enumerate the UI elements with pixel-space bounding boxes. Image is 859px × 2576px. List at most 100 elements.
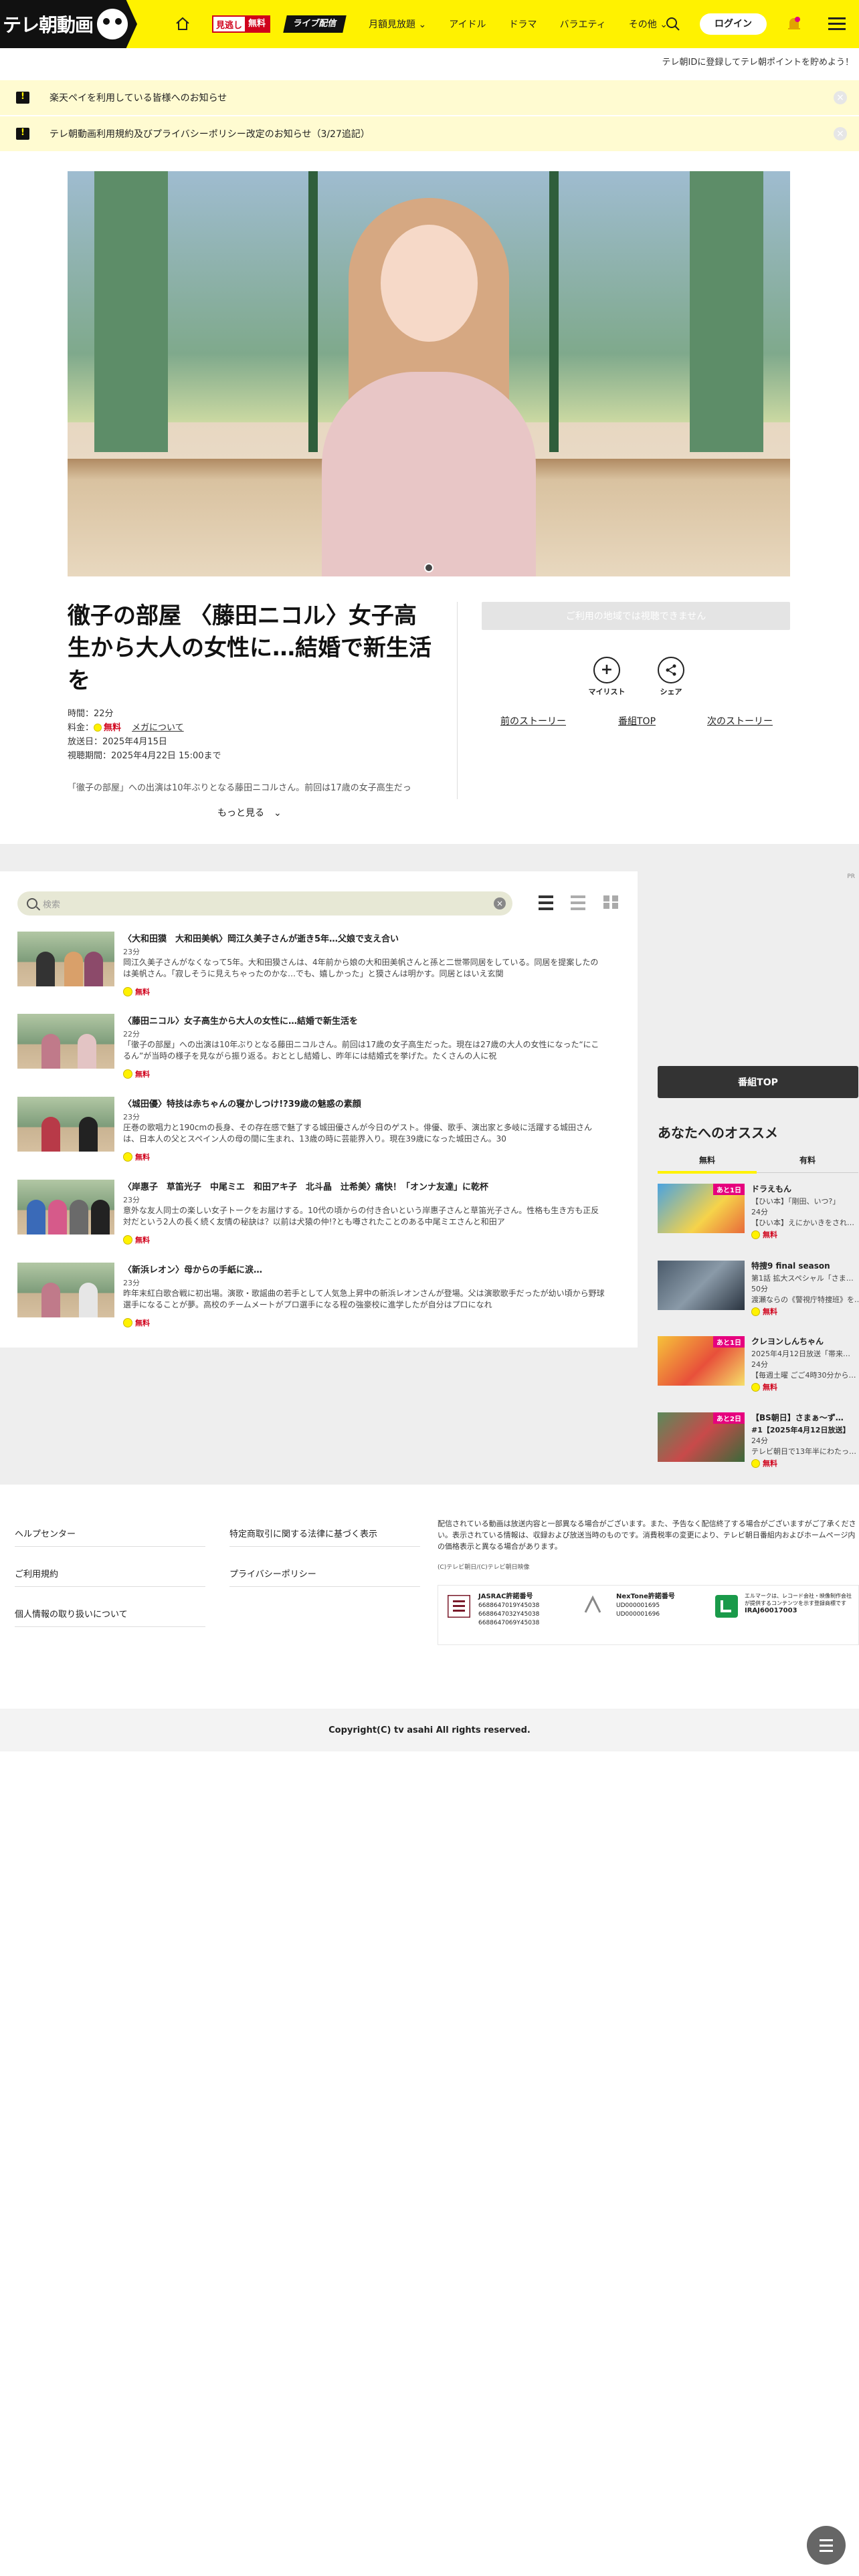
- compact-view-icon[interactable]: [571, 895, 585, 910]
- free-coin-icon: [123, 1235, 132, 1245]
- privacy-policy-link[interactable]: プライバシーポリシー: [229, 1567, 316, 1580]
- recommend-item[interactable]: 特捜9 final season 第1話 拡大スペシャル「さま… 50分 渡瀬な…: [658, 1261, 858, 1321]
- lmark-logo-icon: [715, 1595, 738, 1618]
- free-coin-icon: [123, 1318, 132, 1327]
- episode-item[interactable]: 〈新浜レオン〉母からの手紙に涙… 23分 昨年末紅白歌合戦に初出場。演歌・歌謡曲…: [17, 1263, 619, 1336]
- air-date: 放送日：2025年4月15日: [68, 737, 167, 747]
- mascot-icon: [97, 9, 128, 39]
- footer-copyright-small: (C)テレビ朝日/(C)テレビ朝日映像: [438, 1564, 530, 1571]
- terms-link[interactable]: ご利用規約: [15, 1567, 58, 1580]
- home-icon[interactable]: [171, 12, 195, 36]
- help-center-link[interactable]: ヘルプセンター: [15, 1527, 76, 1539]
- recommend-item[interactable]: あと1日 クレヨンしんちゃん 2025年4月12日放送「帯来… 24分 【毎週土…: [658, 1336, 858, 1396]
- episode-item[interactable]: 〈城田優〉特技は赤ちゃんの寝かしつけ!?39歳の魅惑の素顔 23分 圧巻の歌唱力…: [17, 1097, 619, 1170]
- days-left-badge: あと1日: [713, 1184, 745, 1195]
- episode-description: 意外な友人同士の楽しい女子トークをお届けする。10代の頃からの付き合いという岸惠…: [123, 1206, 599, 1226]
- divider: [15, 1586, 205, 1587]
- recommend-thumbnail: あと2日: [658, 1412, 745, 1462]
- copyright: Copyright(C) tv asahi All rights reserve…: [0, 1709, 859, 1751]
- episode-title: 〈城田優〉特技は赤ちゃんの寝かしつけ!?39歳の魅惑の素顔: [123, 1099, 361, 1109]
- price-row: 料金： 無料 メガについて: [68, 721, 221, 735]
- search-input[interactable]: 検索 ×: [17, 891, 512, 916]
- notice-bar[interactable]: テレ朝動画利用規約及びプライバシーポリシー改定のお知らせ（3/27追記） ×: [0, 116, 859, 151]
- episode-duration: 23分: [123, 1113, 140, 1121]
- nav-variety[interactable]: バラエティ: [560, 17, 606, 31]
- share-icon: [658, 657, 684, 683]
- recommend-subtitle: 第1話 拡大スペシャル「さま…: [751, 1274, 854, 1283]
- hamburger-menu-icon[interactable]: [828, 17, 846, 31]
- free-label: 無料: [135, 988, 150, 996]
- chevron-down-icon: ⌄: [418, 19, 427, 30]
- commercial-law-link[interactable]: 特定商取引に関する法律に基づく表示: [229, 1527, 377, 1539]
- nav-monthly-label: 月額見放題: [369, 19, 416, 30]
- episode-item[interactable]: 〈岸惠子 草笛光子 中尾ミエ 和田アキ子 北斗晶 辻希美〉痛快！「オンナ友達」に…: [17, 1180, 619, 1253]
- jasrac-number: 6688647032Y45038: [478, 1611, 540, 1618]
- nav-monthly[interactable]: 月額見放題 ⌄: [369, 17, 426, 31]
- promo-text[interactable]: テレ朝IDに登録してテレ朝ポイントを貯めよう！: [662, 55, 854, 68]
- notice-icon: [16, 92, 29, 104]
- free-label: 無料: [135, 1153, 150, 1162]
- episode-duration: 23分: [123, 1196, 140, 1204]
- recommend-description: 【ひい本】えにかいきをされ…: [751, 1218, 854, 1227]
- recommend-description: 渡瀬ならの《警視庁特捜班》を…: [751, 1295, 858, 1304]
- free-badge: 無料: [751, 1382, 777, 1392]
- free-label: 無料: [135, 1070, 150, 1079]
- tab-free[interactable]: 無料: [699, 1154, 715, 1166]
- episode-duration: 22分: [123, 1030, 140, 1039]
- program-top-button[interactable]: 番組TOP: [658, 1066, 858, 1098]
- free-label: 無料: [135, 1319, 150, 1327]
- login-button[interactable]: ログイン: [700, 13, 767, 35]
- tab-paid[interactable]: 有料: [799, 1154, 816, 1166]
- free-badge: 無料: [123, 1152, 150, 1162]
- episode-thumbnail: [17, 1014, 114, 1069]
- free-badge: 無料: [123, 1069, 150, 1079]
- live-button[interactable]: ライブ配信: [283, 15, 347, 33]
- close-icon[interactable]: ×: [834, 127, 847, 140]
- close-icon[interactable]: ×: [834, 91, 847, 104]
- recommend-item[interactable]: あと1日 ドラえもん 【ひい本】「剛田、いつ?」 24分 【ひい本】えにかいきを…: [658, 1184, 858, 1244]
- ad-label: PR: [847, 873, 855, 880]
- share-button[interactable]: シェア: [641, 657, 701, 697]
- mylist-button[interactable]: + マイリスト: [577, 657, 637, 697]
- mitoshi-label: 見逃し: [216, 20, 243, 31]
- next-story-link[interactable]: 次のストーリー: [707, 714, 773, 728]
- recommend-subtitle: 2025年4月12日放送「帯来…: [751, 1350, 850, 1358]
- nav-idol[interactable]: アイドル: [449, 17, 486, 31]
- mitoshi-free-button[interactable]: 見逃し 無料: [212, 15, 271, 33]
- mylist-label: マイリスト: [588, 687, 626, 696]
- site-logo[interactable]: テレ朝動画: [0, 0, 138, 48]
- program-top-link[interactable]: 番組TOP: [618, 714, 656, 728]
- recommend-description: テレビ朝日で13年半にわたっ…: [751, 1447, 856, 1456]
- notice-bar[interactable]: 楽天ペイを利用している皆様へのお知らせ ×: [0, 80, 859, 115]
- personal-info-link[interactable]: 個人情報の取り扱いについて: [15, 1607, 128, 1620]
- search-icon[interactable]: [665, 16, 681, 32]
- global-nav: 見逃し 無料 ライブ配信 月額見放題 ⌄ アイドル ドラマ バラエティ その他 …: [157, 0, 690, 48]
- divider: [229, 1586, 420, 1587]
- recommend-title: 特捜9 final season: [751, 1261, 830, 1271]
- free-label: 無料: [135, 1236, 150, 1245]
- recommend-heading: あなたへのオススメ: [658, 1125, 778, 1141]
- nav-drama[interactable]: ドラマ: [509, 17, 537, 31]
- episode-item[interactable]: 〈藤田ニコル〉女子高生から大人の女性に…結婚で新生活を 22分 「徹子の部屋」へ…: [17, 1014, 619, 1087]
- recommend-item[interactable]: あと2日 【BS朝日】さまぁ～ず… #1【2025年4月12日放送】 24分 テ…: [658, 1412, 858, 1473]
- menu-link[interactable]: メガについて: [132, 723, 184, 733]
- program-meta: 時間：22分 料金： 無料 メガについて 放送日：2025年4月15日 視聴期間：2…: [68, 707, 221, 763]
- nav-other[interactable]: その他 ⌄: [629, 17, 668, 31]
- episode-item[interactable]: 〈大和田獏 大和田美帆〉岡江久美子さんが逝き5年…父娘で支え合い 23分 岡江久…: [17, 932, 619, 1005]
- active-tab-indicator: [658, 1171, 757, 1174]
- episode-title: 〈大和田獏 大和田美帆〉岡江久美子さんが逝き5年…父娘で支え合い: [123, 934, 399, 944]
- menu-fab-icon[interactable]: [807, 2526, 846, 2565]
- bell-icon[interactable]: [787, 16, 801, 32]
- lmark-number: IRAJ60017003: [745, 1607, 797, 1614]
- prev-story-link[interactable]: 前のストーリー: [500, 714, 566, 728]
- clear-icon[interactable]: ×: [494, 897, 506, 909]
- episode-thumbnail: [17, 1263, 114, 1317]
- more-button[interactable]: もっと見る ⌄: [217, 806, 282, 819]
- divider: [15, 1546, 205, 1547]
- grid-view-icon[interactable]: [603, 895, 618, 910]
- free-label: 無料: [245, 17, 270, 31]
- list-view-icon[interactable]: [539, 895, 553, 910]
- jasrac-license: JASRAC許諾番号 6688647019Y45038 6688647032Y4…: [478, 1592, 539, 1628]
- recommend-duration: 50分: [751, 1285, 768, 1293]
- divider: [229, 1546, 420, 1547]
